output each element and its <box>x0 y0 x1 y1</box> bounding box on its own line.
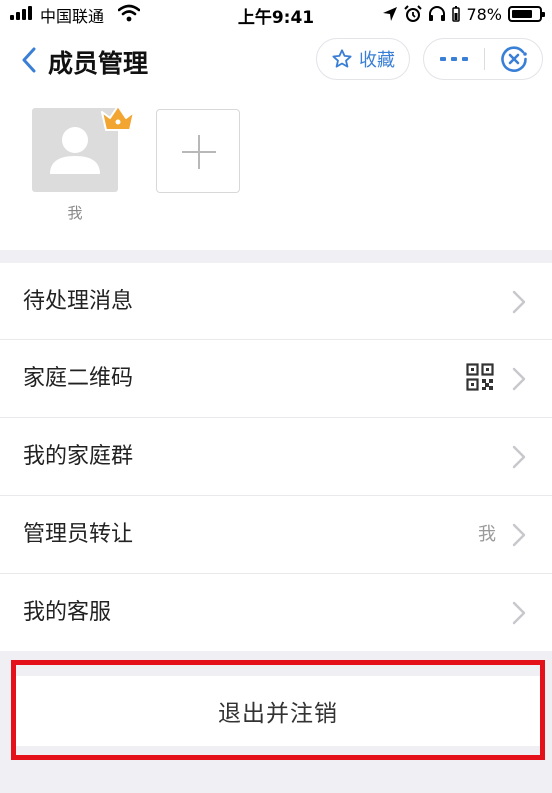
list-item-label: 家庭二维码 <box>23 366 134 391</box>
chevron-right-icon <box>512 601 526 625</box>
chevron-right-icon <box>512 445 526 469</box>
list-item-label: 管理员转让 <box>23 522 134 547</box>
chevron-right-icon <box>512 367 526 391</box>
chevron-right-icon <box>512 290 526 314</box>
alarm-icon <box>404 5 423 22</box>
more-button[interactable] <box>424 39 484 79</box>
list-item-label: 待处理消息 <box>23 289 134 314</box>
location-icon <box>383 7 398 21</box>
back-button[interactable] <box>14 40 44 80</box>
members-section: 我 <box>0 96 552 250</box>
logout-button[interactable]: 退出并注销 <box>16 676 540 746</box>
favorite-button[interactable]: 收藏 <box>316 38 410 80</box>
logout-label: 退出并注销 <box>218 701 338 727</box>
settings-list: 待处理消息 家庭二维码 我的家庭群 管理员转让 我 我的客服 <box>0 263 552 651</box>
favorite-label: 收藏 <box>359 50 395 71</box>
close-button[interactable] <box>485 39 543 79</box>
member-name: 我 <box>67 204 83 222</box>
chevron-right-icon <box>512 523 526 547</box>
nav-bar: 成员管理 收藏 <box>0 28 552 96</box>
qr-code-icon <box>466 363 494 391</box>
list-item-label: 我的客服 <box>23 600 112 625</box>
close-circle-icon <box>501 46 527 72</box>
page-title: 成员管理 <box>48 49 149 78</box>
status-bar: 中国联通 上午9:41 78% <box>0 0 552 28</box>
battery-saver-icon <box>452 6 461 22</box>
more-dots-icon <box>440 57 468 61</box>
list-item-customer-service[interactable]: 我的客服 <box>0 573 552 651</box>
add-member-button[interactable] <box>156 109 240 193</box>
list-item-family-group[interactable]: 我的家庭群 <box>0 417 552 495</box>
list-item-pending-messages[interactable]: 待处理消息 <box>0 263 552 339</box>
battery-icon <box>508 6 545 22</box>
battery-percent: 78% <box>466 4 502 24</box>
star-icon <box>332 49 352 68</box>
list-item-label: 我的家庭群 <box>23 444 134 469</box>
chevron-left-icon <box>22 47 36 73</box>
member-item[interactable]: 我 <box>32 105 135 223</box>
mini-program-capsule <box>423 38 543 80</box>
list-item-value: 我 <box>478 524 496 545</box>
headphones-icon <box>429 6 446 21</box>
admin-crown-icon <box>101 105 135 131</box>
list-item-admin-transfer[interactable]: 管理员转让 我 <box>0 495 552 573</box>
list-item-family-qr-code[interactable]: 家庭二维码 <box>0 339 552 417</box>
avatar <box>32 105 135 192</box>
